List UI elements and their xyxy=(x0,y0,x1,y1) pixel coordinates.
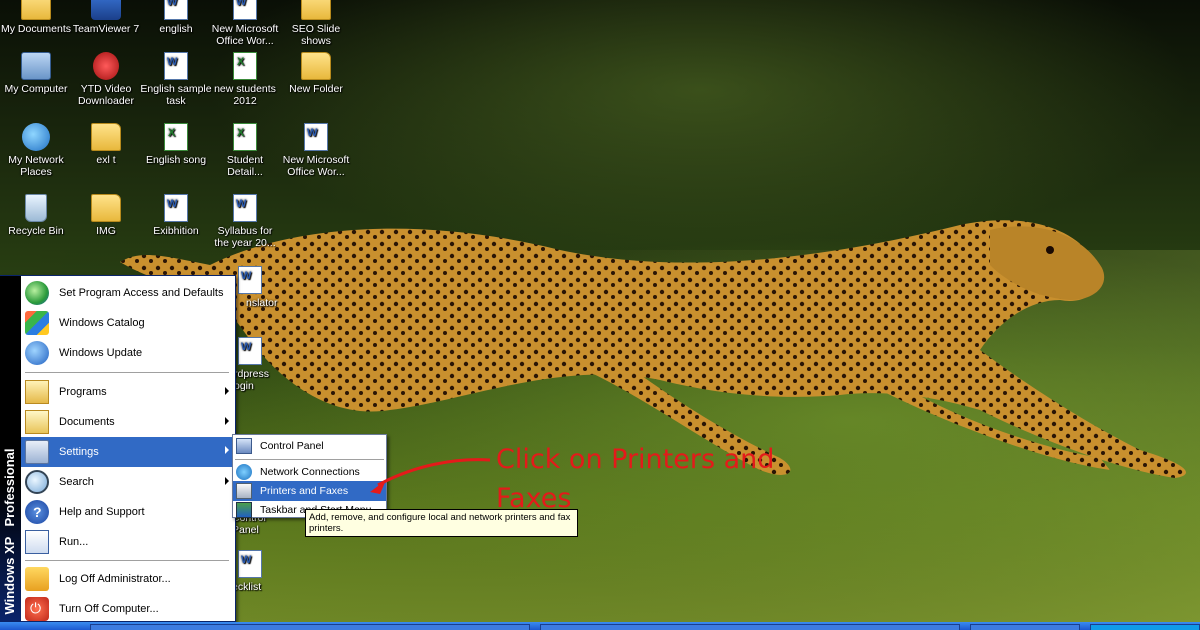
desktop-icon-teamviewer[interactable]: TeamViewer 7 xyxy=(70,0,142,35)
document-icon xyxy=(238,266,262,294)
annotation-arrow-icon xyxy=(360,450,495,495)
app-icon xyxy=(91,0,121,20)
menu-item-windows-catalog[interactable]: Windows Catalog xyxy=(21,309,235,337)
menu-item-search[interactable]: Search xyxy=(21,468,235,496)
menu-item-programs[interactable]: Programs xyxy=(21,378,235,406)
desktop-icon-student-detail[interactable]: Student Detail... xyxy=(209,123,281,178)
search-icon xyxy=(25,470,49,494)
folder-icon xyxy=(91,123,121,151)
taskbar-button[interactable] xyxy=(540,624,960,630)
desktop-icon-my-network-places[interactable]: My Network Places xyxy=(0,123,72,178)
desktop-icon-english-sample-task[interactable]: English sample task xyxy=(140,52,212,107)
recycle-bin-icon xyxy=(25,194,47,222)
log-off-icon xyxy=(25,567,49,591)
folder-icon xyxy=(91,194,121,222)
folder-icon xyxy=(301,52,331,80)
desktop-icon-new-students-2012[interactable]: new students 2012 xyxy=(209,52,281,107)
annotation-text: Click on Printers and Faxes xyxy=(496,440,796,518)
taskbar-button[interactable] xyxy=(90,624,530,630)
menu-item-log-off[interactable]: Log Off Administrator... xyxy=(21,565,235,593)
desktop-icon-my-computer[interactable]: My Computer xyxy=(0,52,72,95)
taskbar-button[interactable] xyxy=(970,624,1080,630)
desktop-icon-english-song[interactable]: English song xyxy=(140,123,212,166)
document-icon xyxy=(164,52,188,80)
menu-separator xyxy=(25,372,229,373)
network-connections-icon xyxy=(236,464,252,480)
control-panel-icon xyxy=(236,438,252,454)
desktop-icon-english[interactable]: english xyxy=(140,0,212,35)
programs-icon xyxy=(25,380,49,404)
menu-item-help-and-support[interactable]: Help and Support xyxy=(21,498,235,526)
desktop-icon-exl-t[interactable]: exl t xyxy=(70,123,142,166)
printer-icon xyxy=(236,483,252,499)
document-icon xyxy=(164,0,188,20)
power-icon xyxy=(25,597,49,621)
folder-icon xyxy=(21,0,51,20)
app-icon xyxy=(93,52,119,80)
desktop-icon-img[interactable]: IMG xyxy=(70,194,142,237)
desktop-icon-syllabus[interactable]: Syllabus for the year 20... xyxy=(209,194,281,249)
document-icon xyxy=(238,550,262,578)
menu-item-set-program-access[interactable]: Set Program Access and Defaults xyxy=(21,279,235,307)
submenu-arrow-icon xyxy=(225,387,229,395)
submenu-arrow-icon xyxy=(225,417,229,425)
network-icon xyxy=(22,123,50,151)
document-icon xyxy=(233,194,257,222)
document-icon xyxy=(238,337,262,365)
windows-update-icon xyxy=(25,341,49,365)
menu-separator xyxy=(25,560,229,561)
banner-product: Windows XP xyxy=(2,537,17,615)
spreadsheet-icon xyxy=(233,123,257,151)
desktop-icon-new-folder[interactable]: New Folder xyxy=(280,52,352,95)
windows-catalog-icon xyxy=(25,311,49,335)
menu-item-settings[interactable]: Settings xyxy=(21,437,235,467)
submenu-arrow-icon xyxy=(225,477,229,485)
start-menu-banner: Windows XP Professional xyxy=(0,276,21,621)
taskbar-icon xyxy=(236,502,252,518)
document-icon xyxy=(304,123,328,151)
documents-icon xyxy=(25,410,49,434)
folder-icon xyxy=(301,0,331,20)
spreadsheet-icon xyxy=(164,123,188,151)
desktop-icon-seo-slide-shows[interactable]: SEO Slide shows xyxy=(280,0,352,47)
document-icon xyxy=(233,0,257,20)
program-access-icon xyxy=(25,281,49,305)
desktop-icon-new-office-doc-2[interactable]: New Microsoft Office Wor... xyxy=(280,123,352,178)
banner-edition: Professional xyxy=(2,449,17,527)
desktop-icon-exibhition[interactable]: Exibhition xyxy=(140,194,212,237)
menu-item-turn-off-computer[interactable]: Turn Off Computer... xyxy=(21,595,235,623)
start-menu: Windows XP Professional Set Program Acce… xyxy=(0,275,236,622)
document-icon xyxy=(164,194,188,222)
menu-item-documents[interactable]: Documents xyxy=(21,408,235,436)
spreadsheet-icon xyxy=(233,52,257,80)
menu-item-run[interactable]: Run... xyxy=(21,528,235,556)
desktop-icon-recycle-bin[interactable]: Recycle Bin xyxy=(0,194,72,237)
settings-icon xyxy=(25,440,49,464)
desktop-icon-my-documents[interactable]: My Documents xyxy=(0,0,72,35)
run-icon xyxy=(25,530,49,554)
help-icon xyxy=(25,500,49,524)
computer-icon xyxy=(21,52,51,80)
taskbar xyxy=(0,622,1200,630)
desktop-icon-ytd-video[interactable]: YTD Video Downloader xyxy=(70,52,142,107)
menu-item-windows-update[interactable]: Windows Update xyxy=(21,339,235,367)
system-tray xyxy=(1090,624,1200,630)
submenu-arrow-icon xyxy=(225,446,229,454)
desktop-icon-new-office-doc-1[interactable]: New Microsoft Office Wor... xyxy=(209,0,281,47)
